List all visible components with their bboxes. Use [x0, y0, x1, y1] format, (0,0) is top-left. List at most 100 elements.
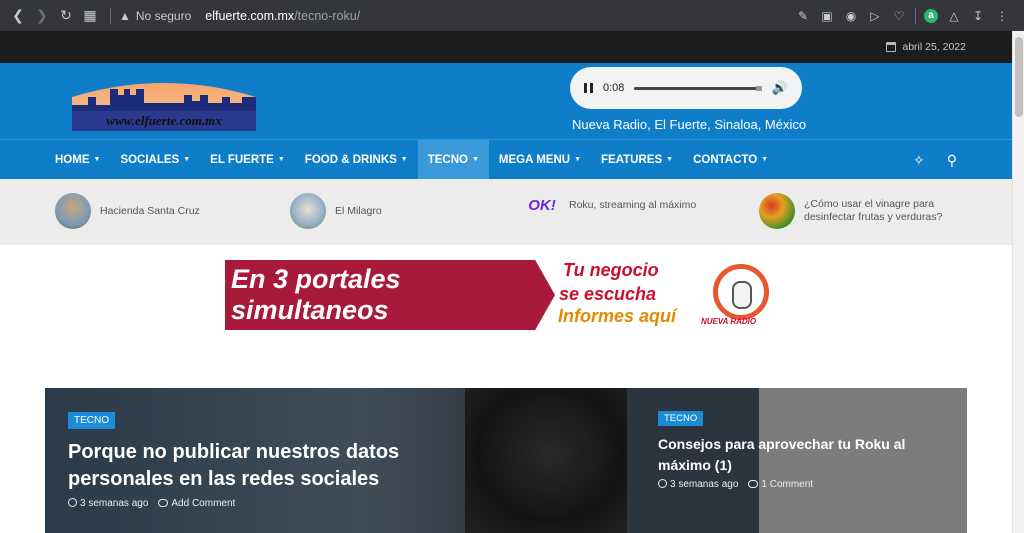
chevron-down-icon: ▼	[93, 156, 101, 163]
ad-right: Tu negocio se escucha Informes aquí NUEV…	[555, 260, 790, 330]
chevron-down-icon: ▼	[183, 156, 191, 163]
featured-main-image-figure	[465, 388, 635, 533]
nav-label: HOME	[55, 153, 90, 166]
post-date: 3 semanas ago	[658, 479, 738, 490]
featured-side-title[interactable]: Consejos para aprovechar tu Roku al máxi…	[658, 434, 918, 476]
ticker-thumbnail: OK!	[528, 196, 556, 214]
ticker-title: Hacienda Santa Cruz	[100, 205, 200, 217]
address-bar[interactable]: elfuerte.com.mx/tecno-roku/	[205, 9, 360, 23]
security-indicator[interactable]: ▲ No seguro	[119, 9, 191, 23]
chevron-down-icon: ▼	[277, 156, 285, 163]
shield-icon[interactable]: ◉	[843, 8, 859, 24]
cube-icon[interactable]: △	[946, 8, 962, 24]
ticker-item[interactable]: Hacienda Santa Cruz	[55, 193, 200, 229]
url-path: /tecno-roku/	[294, 8, 361, 23]
camera-icon[interactable]: ▣	[819, 8, 835, 24]
ad-line3: Informes aquí	[558, 306, 677, 326]
nav-item-home[interactable]: HOME ▼	[45, 140, 110, 180]
current-date: abril 25, 2022	[902, 41, 966, 53]
ticker-thumbnail	[759, 193, 795, 229]
clock-icon	[68, 498, 77, 507]
browser-toolbar: ❮ ❯ ↻ ▦ ▲ No seguro elfuerte.com.mx/tecn…	[0, 0, 1024, 31]
nav-item-features[interactable]: FEATURES ▼	[591, 140, 683, 180]
top-bar: abril 25, 2022	[0, 31, 1012, 63]
site-logo[interactable]: www.elfuerte.com.mx	[72, 73, 256, 131]
page-scrollbar[interactable]	[1012, 31, 1024, 533]
post-comments[interactable]: 1 Comment	[748, 479, 813, 490]
ticker-thumbnail	[290, 193, 326, 229]
scrollbar-thumb[interactable]	[1015, 37, 1023, 117]
download-icon[interactable]: ↧	[970, 8, 986, 24]
ticker-thumbnail	[55, 193, 91, 229]
ticker-title: ¿Cómo usar el vinagre para desinfectar f…	[804, 198, 943, 223]
advertisement-banner[interactable]: En 3 portales simultaneos Tu negocio se …	[225, 260, 790, 330]
nav-label: FEATURES	[601, 153, 663, 166]
featured-main-meta: 3 semanas ago Add Comment	[68, 498, 235, 509]
nav-label: MEGA MENU	[498, 153, 571, 166]
nav-label: EL FUERTE	[210, 153, 274, 166]
audio-player: 0:08 🔊	[570, 67, 802, 109]
nav-label: TECNO	[427, 153, 468, 166]
nav-item-mega-menu[interactable]: MEGA MENU ▼	[489, 140, 591, 180]
header-tagline: Nueva Radio, El Fuerte, Sinaloa, México	[572, 117, 807, 132]
chevron-down-icon: ▼	[761, 156, 769, 163]
search-icon[interactable]: ⚲	[947, 152, 957, 169]
chevron-down-icon: ▼	[574, 156, 581, 163]
calendar-icon	[886, 42, 897, 52]
ticker-item[interactable]: OK! Roku, streaming al máximo	[524, 193, 696, 217]
ticker-item[interactable]: ¿Cómo usar el vinagre para desinfectar f…	[759, 193, 969, 229]
nav-label: FOOD & DRINKS	[304, 153, 397, 166]
ticker-title: Roku, streaming al máximo	[569, 199, 697, 211]
post-ticker: Hacienda Santa Cruz El Milagro OK! Roku,…	[0, 179, 1012, 245]
play-icon[interactable]: ▷	[867, 8, 883, 24]
ad-brand: NUEVA RADIO	[701, 317, 757, 326]
site-header: www.elfuerte.com.mx 0:08 🔊 Nueva Radio, …	[0, 63, 1012, 139]
volume-icon[interactable]: 🔊	[772, 80, 788, 96]
ad-line1: Tu negocio	[563, 260, 659, 280]
clock-icon	[658, 479, 667, 488]
heart-icon[interactable]: ♡	[891, 8, 907, 24]
nav-item-tecno[interactable]: TECNO ▼	[417, 139, 489, 180]
ticker-title: El Milagro	[335, 205, 382, 217]
category-badge[interactable]: TECNO	[658, 411, 704, 426]
progress-slider[interactable]	[634, 85, 763, 91]
url-host: elfuerte.com.mx	[205, 8, 295, 23]
amazon-extension-icon[interactable]: a	[924, 8, 938, 23]
reload-icon[interactable]: ↻	[54, 4, 78, 28]
chevron-down-icon: ▼	[471, 156, 479, 163]
menu-dots-icon[interactable]: ⋮	[994, 8, 1010, 24]
security-label: No seguro	[135, 8, 192, 23]
comment-icon	[748, 480, 759, 488]
divider	[110, 7, 111, 24]
ticker-item[interactable]: El Milagro	[290, 193, 382, 229]
warning-icon: ▲	[119, 8, 131, 23]
edit-icon[interactable]: ✎	[795, 8, 811, 24]
back-icon[interactable]: ❮	[6, 4, 30, 28]
share-icon[interactable]: ✧	[913, 152, 925, 169]
ad-line2: se escucha	[559, 284, 657, 304]
chevron-down-icon: ▼	[400, 156, 408, 163]
nav-tools: ✧ ⚲	[913, 140, 957, 180]
chevron-down-icon: ▼	[666, 156, 674, 163]
featured-main-title[interactable]: Porque no publicar nuestros datos person…	[68, 439, 438, 493]
nav-item-sociales[interactable]: SOCIALES ▼	[110, 140, 200, 180]
post-date: 3 semanas ago	[68, 498, 148, 509]
post-comments[interactable]: Add Comment	[158, 498, 235, 509]
web-page: abril 25, 2022 www.elfuerte.com.mx 0:08 …	[0, 31, 1012, 533]
nav-label: SOCIALES	[120, 153, 180, 166]
logo-text: www.elfuerte.com.mx	[106, 113, 222, 128]
comment-icon	[158, 499, 169, 507]
microphone-logo-icon	[713, 264, 769, 320]
tabs-grid-icon[interactable]: ▦	[78, 4, 102, 28]
category-badge[interactable]: TECNO	[68, 412, 115, 429]
featured-side-meta: 3 semanas ago 1 Comment	[658, 479, 813, 490]
nav-item-contacto[interactable]: CONTACTO ▼	[683, 140, 778, 180]
nav-label: CONTACTO	[693, 153, 758, 166]
player-time: 0:08	[603, 82, 625, 94]
ad-left-text: En 3 portales simultaneos	[225, 260, 555, 330]
pause-icon[interactable]	[584, 83, 593, 93]
nav-item-food-drinks[interactable]: FOOD & DRINKS ▼	[295, 140, 418, 180]
nav-item-el-fuerte[interactable]: EL FUERTE ▼	[200, 140, 295, 180]
forward-icon[interactable]: ❯	[30, 4, 54, 28]
featured-posts: TECNO Porque no publicar nuestros datos …	[45, 388, 967, 533]
